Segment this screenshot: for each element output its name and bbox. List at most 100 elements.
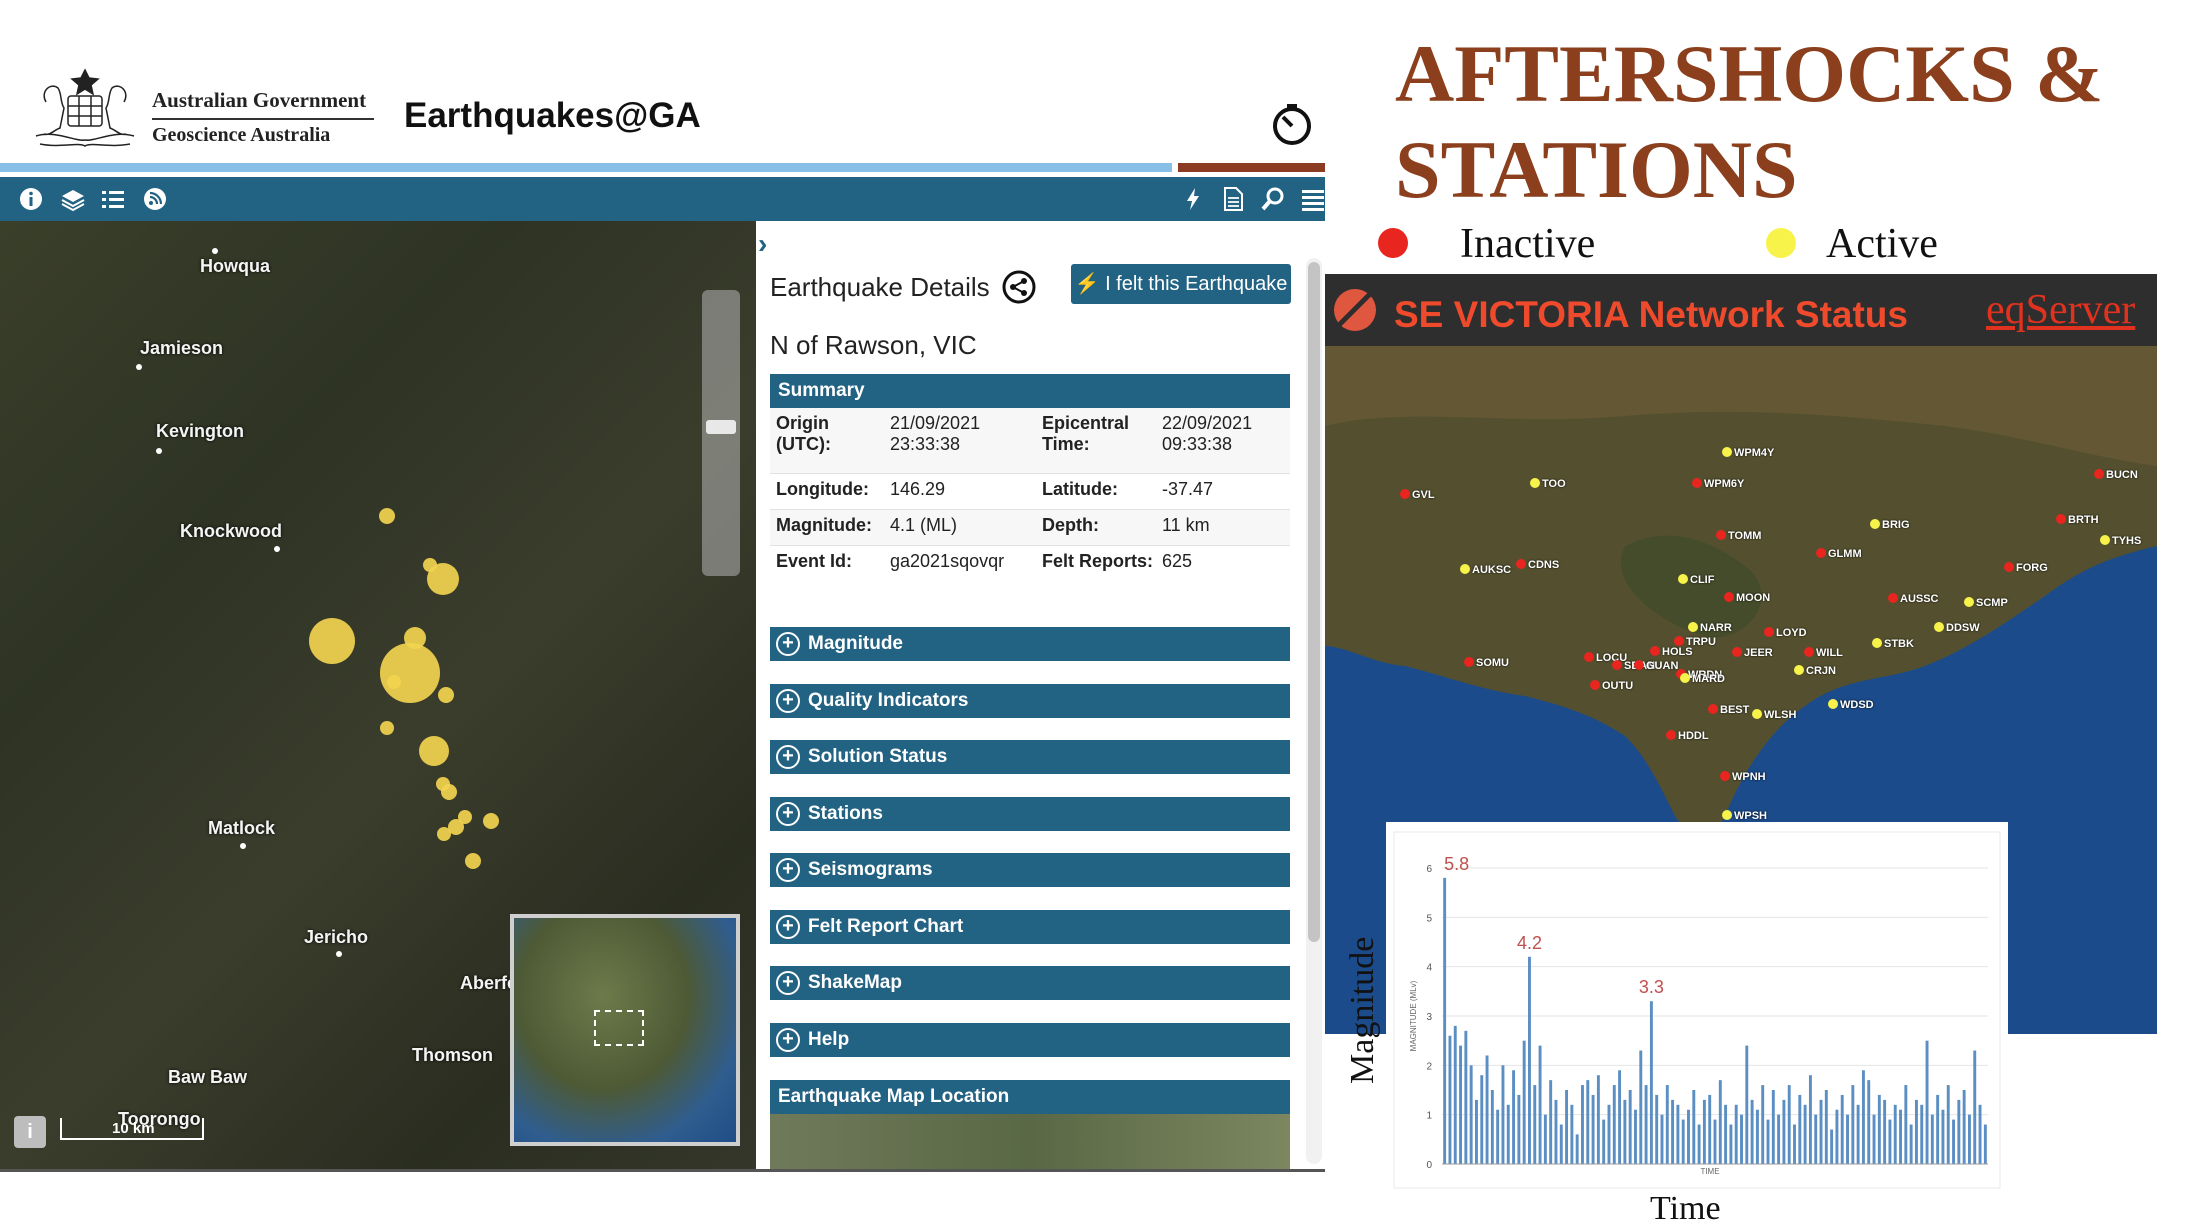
section-quality-indicators[interactable]: + Quality Indicators [770,684,1290,718]
station-marker[interactable]: TOO [1530,478,1566,490]
station-marker[interactable]: SOMU [1464,657,1509,669]
section-stations[interactable]: + Stations [770,797,1290,831]
document-icon[interactable] [1220,186,1246,212]
station-label: STBK [1884,638,1914,650]
station-marker[interactable]: GUAN [1634,660,1678,672]
timer-icon[interactable] [1270,102,1314,146]
eqserver-link[interactable]: eqServer [1986,286,2135,334]
station-marker[interactable]: GVL [1400,489,1435,501]
station-marker[interactable]: CRJN [1794,665,1836,677]
station-label: CDNS [1528,559,1560,571]
station-marker[interactable]: OUTU [1590,680,1633,692]
station-marker[interactable]: BRIG [1870,519,1910,531]
field-label: Felt Reports: [1042,551,1154,571]
info-icon[interactable] [18,186,44,212]
list-icon[interactable] [100,186,126,212]
lightning-icon[interactable] [1180,186,1206,212]
chart-bar [1819,1099,1823,1164]
station-status-dot [1888,593,1898,603]
station-marker[interactable]: JEER [1732,647,1773,659]
station-marker[interactable]: DDSW [1934,622,1980,634]
chart-bar [1814,1114,1818,1164]
panel-scrollbar-thumb[interactable] [1308,262,1320,942]
station-marker[interactable]: WPSH [1722,810,1767,822]
section-shakemap[interactable]: + ShakeMap [770,966,1290,1000]
aftershock-marker[interactable] [379,508,395,524]
station-marker[interactable]: AUSSC [1888,593,1939,605]
map-location-header[interactable]: Earthquake Map Location [770,1080,1290,1114]
station-marker[interactable]: MARD [1680,673,1725,685]
station-marker[interactable]: WPM4Y [1722,447,1774,459]
menu-icon[interactable] [1300,186,1326,212]
station-marker[interactable]: WLSH [1752,709,1796,721]
chart-bar [1808,1075,1812,1164]
app-title[interactable]: Earthquakes@GA [404,96,701,136]
station-marker[interactable]: BEST [1708,704,1749,716]
aftershock-marker[interactable] [419,736,449,766]
aftershock-marker[interactable] [448,819,464,835]
station-marker[interactable]: SCMP [1964,597,2008,609]
station-marker[interactable]: GLMM [1816,548,1862,560]
station-label: BEST [1720,704,1750,716]
field-label: Latitude: [1042,479,1118,499]
aftershock-marker[interactable] [441,784,457,800]
station-status-dot [1964,597,1974,607]
divider [0,1169,1325,1172]
chart-bar [1681,1119,1685,1164]
station-marker[interactable]: BUCN [2094,469,2138,481]
section-magnitude[interactable]: + Magnitude [770,627,1290,661]
station-marker[interactable]: TYHS [2100,535,2141,547]
location-map-thumbnail[interactable] [770,1114,1290,1169]
station-marker[interactable]: NARR [1688,622,1732,634]
aftershock-marker[interactable] [483,813,499,829]
aftershock-marker[interactable] [438,687,454,703]
station-marker[interactable]: WPNH [1720,771,1766,783]
station-marker[interactable]: MOON [1724,592,1770,604]
collapse-panel-chevron-icon[interactable]: › [758,228,767,260]
chart-bar [1660,1114,1664,1164]
aftershock-marker[interactable] [465,853,481,869]
station-marker[interactable]: WDSD [1828,699,1874,711]
chart-bar [1856,1104,1860,1164]
section-solution-status[interactable]: + Solution Status [770,740,1290,774]
field-value: 22/09/2021 09:33:38 [1162,413,1253,454]
rss-icon[interactable] [142,186,168,212]
section-help[interactable]: + Help [770,1023,1290,1057]
station-marker[interactable]: CDNS [1516,559,1559,571]
aftershock-marker[interactable] [427,563,459,595]
station-marker[interactable]: FORG [2004,562,2048,574]
section-label: Solution Status [808,746,948,767]
zoom-handle[interactable] [706,420,736,434]
expand-plus-icon: + [776,1028,800,1052]
map-info-button[interactable]: i [14,1116,46,1148]
aftershock-marker[interactable] [387,675,401,689]
share-icon[interactable] [1002,270,1036,304]
station-marker[interactable]: WPM6Y [1692,478,1744,490]
main-shock-marker[interactable] [380,643,440,703]
chart-bar [1899,1109,1902,1164]
data-label: 5.8 [1444,854,1469,874]
chart-bar [1459,1045,1463,1164]
aftershock-marker[interactable] [309,618,355,664]
search-icon[interactable] [1260,186,1286,212]
station-marker[interactable]: LOYD [1764,627,1807,639]
station-marker[interactable]: TOMM [1716,530,1761,542]
summary-header[interactable]: Summary [770,374,1290,408]
section-label: Felt Report Chart [808,916,964,937]
aftershock-marker[interactable] [380,721,394,735]
felt-earthquake-button[interactable]: ⚡ I felt this Earthquake [1071,264,1291,304]
station-marker[interactable]: HDDL [1666,730,1709,742]
station-marker[interactable]: HOLS [1650,646,1693,658]
details-title: Earthquake Details [770,272,990,302]
station-marker[interactable]: WILL [1804,647,1843,659]
station-marker[interactable]: AUKSC [1460,564,1511,576]
station-marker[interactable]: BRTH [2056,514,2099,526]
chart-bar [1755,1109,1759,1164]
chart-bar [1861,1070,1865,1164]
layers-icon[interactable] [60,186,86,212]
section-seismograms[interactable]: + Seismograms [770,853,1290,887]
station-marker[interactable]: CLIF [1678,574,1714,586]
y-tick-label: 1 [1426,1111,1432,1122]
section-felt-report-chart[interactable]: + Felt Report Chart [770,910,1290,944]
station-marker[interactable]: STBK [1872,638,1914,650]
